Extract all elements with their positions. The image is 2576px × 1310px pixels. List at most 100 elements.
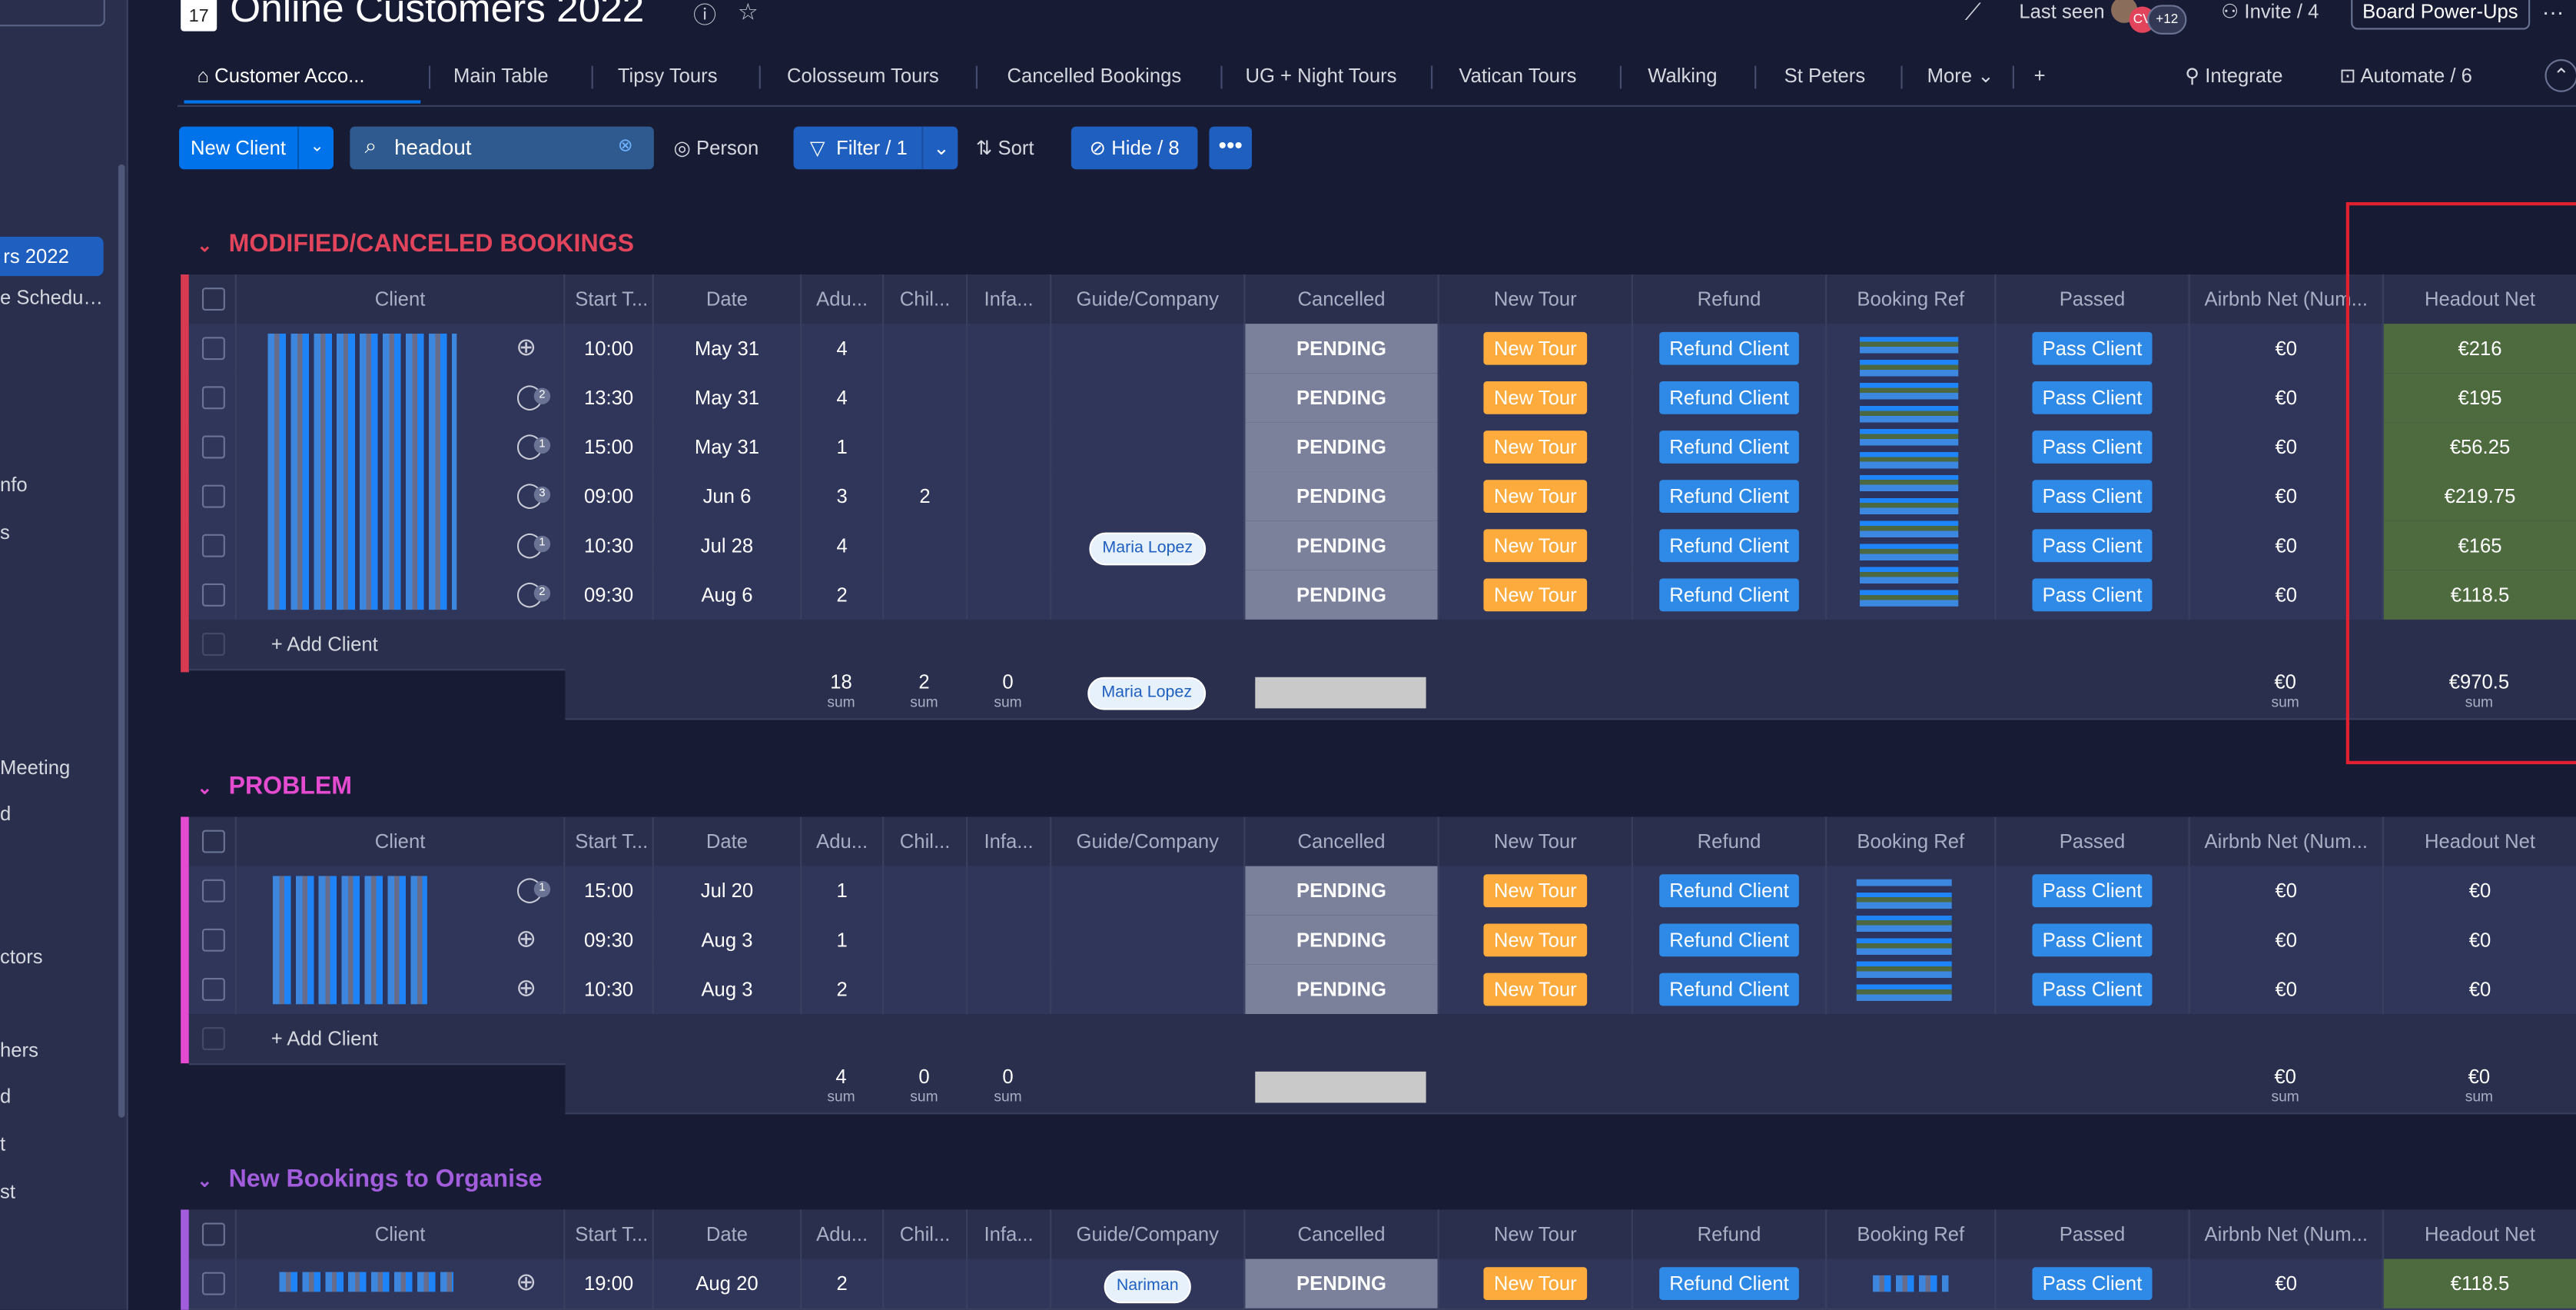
chevron-down-icon[interactable]: ⌄ (297, 126, 335, 170)
column-header-start-time[interactable]: Start T... (563, 274, 652, 324)
row-checkbox[interactable] (201, 534, 225, 557)
cancelled-status-cell[interactable]: PENDING (1243, 422, 1438, 472)
refund-client-button[interactable]: Refund Client (1659, 923, 1799, 957)
updates-icon[interactable]: ◯ 2 (516, 373, 551, 422)
refund-cell[interactable]: Refund Client (1631, 964, 1825, 1015)
cancelled-status-cell[interactable]: PENDING (1243, 373, 1438, 423)
pass-client-button[interactable]: Pass Client (2032, 381, 2153, 414)
children-cell[interactable] (881, 324, 966, 374)
row-checkbox[interactable] (201, 435, 225, 459)
start-time-cell[interactable]: 09:30 (563, 570, 652, 620)
cancelled-status-cell[interactable]: PENDING (1243, 1258, 1438, 1308)
adults-cell[interactable]: 2 (800, 964, 882, 1015)
column-header-children[interactable]: Chil... (881, 1209, 966, 1259)
refund-cell[interactable]: Refund Client (1631, 866, 1825, 916)
group-title[interactable]: ⌄ PROBLEM (198, 773, 352, 800)
updates-icon[interactable]: ◯ 1 (516, 866, 551, 916)
refund-client-button[interactable]: Refund Client (1659, 529, 1799, 563)
column-header-refund[interactable]: Refund (1631, 816, 1825, 866)
refund-cell[interactable]: Refund Client (1631, 324, 1825, 374)
passed-cell[interactable]: Pass Client (1994, 373, 2188, 423)
sidebar-item[interactable]: nfo (0, 474, 28, 497)
row-checkbox[interactable] (201, 879, 225, 903)
date-cell[interactable]: Jun 6 (652, 471, 800, 521)
passed-cell[interactable]: Pass Client (1994, 1258, 2188, 1308)
adults-cell[interactable]: 4 (800, 324, 882, 374)
column-header-headout-net[interactable]: Headout Net (2382, 1209, 2576, 1259)
column-header-booking-ref[interactable]: Booking Ref (1825, 274, 1994, 324)
start-time-cell[interactable]: 13:30 (563, 373, 652, 423)
select-all-checkbox[interactable] (201, 288, 225, 311)
column-header-adults[interactable]: Adu... (800, 274, 882, 324)
pass-client-button[interactable]: Pass Client (2032, 874, 2153, 908)
refund-cell[interactable]: Refund Client (1631, 570, 1825, 620)
add-client-row[interactable]: + Add Client (188, 1014, 2576, 1066)
more-actions-button[interactable]: ••• (1209, 126, 1253, 170)
infants-cell[interactable] (966, 866, 1050, 916)
new-tour-button[interactable]: New Tour (1484, 874, 1587, 908)
new-tour-button[interactable]: New Tour (1484, 578, 1587, 612)
column-header-infants[interactable]: Infa... (966, 1209, 1050, 1259)
row-checkbox[interactable] (201, 928, 225, 952)
start-time-cell[interactable]: 15:00 (563, 422, 652, 472)
guide-cell[interactable] (1050, 422, 1243, 472)
integrate-button[interactable]: ⚲ Integrate (2185, 64, 2282, 87)
row-checkbox[interactable] (201, 337, 225, 361)
sidebar-item[interactable]: st (0, 1180, 15, 1203)
column-header-infants[interactable]: Infa... (966, 274, 1050, 324)
refund-client-button[interactable]: Refund Client (1659, 381, 1799, 414)
select-all-checkbox[interactable] (201, 1222, 225, 1246)
passed-cell[interactable]: Pass Client (1994, 866, 2188, 916)
date-cell[interactable]: May 31 (652, 422, 800, 472)
pass-client-button[interactable]: Pass Client (2032, 578, 2153, 612)
column-header-passed[interactable]: Passed (1994, 1209, 2188, 1259)
sidebar-item[interactable]: ctors (0, 945, 43, 968)
column-header-date[interactable]: Date (652, 1209, 800, 1259)
new-tour-cell[interactable]: New Tour (1437, 324, 1632, 374)
refund-client-button[interactable]: Refund Client (1659, 874, 1799, 908)
new-tour-cell[interactable]: New Tour (1437, 520, 1632, 570)
sidebar-item[interactable]: d (0, 1085, 11, 1108)
filter-button[interactable]: ▽ Filter / 1 ⌄ (793, 126, 958, 170)
column-header-new-tour[interactable]: New Tour (1437, 274, 1632, 324)
refund-client-button[interactable]: Refund Client (1659, 480, 1799, 513)
guide-cell[interactable]: Nariman (1050, 1258, 1243, 1308)
guide-person-chip[interactable]: Maria Lopez (1089, 532, 1207, 566)
sidebar-item[interactable]: e Schedu… (0, 286, 103, 309)
add-client-row[interactable]: + Add Client (188, 619, 2576, 671)
refund-client-button[interactable]: Refund Client (1659, 578, 1799, 612)
column-header-airbnb-net[interactable]: Airbnb Net (Num... (2188, 816, 2382, 866)
automate-button[interactable]: ⊡ Automate / 6 (2339, 64, 2472, 87)
updates-icon[interactable]: ◯ 1 (516, 521, 551, 570)
infants-cell[interactable] (966, 570, 1050, 620)
board-power-ups-button[interactable]: Board Power-Ups (2351, 0, 2530, 30)
adults-cell[interactable]: 4 (800, 373, 882, 423)
sort-button[interactable]: ⇅ Sort (976, 127, 1034, 170)
sidebar-scrollbar[interactable] (118, 164, 125, 1118)
board-menu-button[interactable]: … (2541, 0, 2564, 20)
new-tour-cell[interactable]: New Tour (1437, 1258, 1632, 1308)
refund-cell[interactable]: Refund Client (1631, 915, 1825, 965)
start-time-cell[interactable]: 19:00 (563, 1258, 652, 1308)
passed-cell[interactable]: Pass Client (1994, 520, 2188, 570)
column-header-guide[interactable]: Guide/Company (1050, 1209, 1243, 1259)
select-all-checkbox[interactable] (201, 830, 225, 853)
new-tour-button[interactable]: New Tour (1484, 973, 1587, 1006)
refund-client-button[interactable]: Refund Client (1659, 1267, 1799, 1300)
sidebar-item[interactable]: s (0, 521, 10, 544)
date-cell[interactable]: Jul 28 (652, 520, 800, 570)
start-time-cell[interactable]: 09:00 (563, 471, 652, 521)
start-time-cell[interactable]: 15:00 (563, 866, 652, 916)
guide-cell[interactable] (1050, 570, 1243, 620)
date-cell[interactable]: Aug 20 (652, 1258, 800, 1308)
cancelled-status-cell[interactable]: PENDING (1243, 520, 1438, 570)
add-update-icon[interactable]: ⊕ (516, 916, 536, 965)
column-header-adults[interactable]: Adu... (800, 816, 882, 866)
new-tour-cell[interactable]: New Tour (1437, 964, 1632, 1015)
column-header-children[interactable]: Chil... (881, 816, 966, 866)
cancelled-status-cell[interactable]: PENDING (1243, 324, 1438, 374)
row-checkbox[interactable] (201, 583, 225, 607)
tab-tipsy-tours[interactable]: Tipsy Tours (618, 64, 718, 87)
column-header-headout-net[interactable]: Headout Net (2382, 816, 2576, 866)
start-time-cell[interactable]: 10:30 (563, 964, 652, 1015)
